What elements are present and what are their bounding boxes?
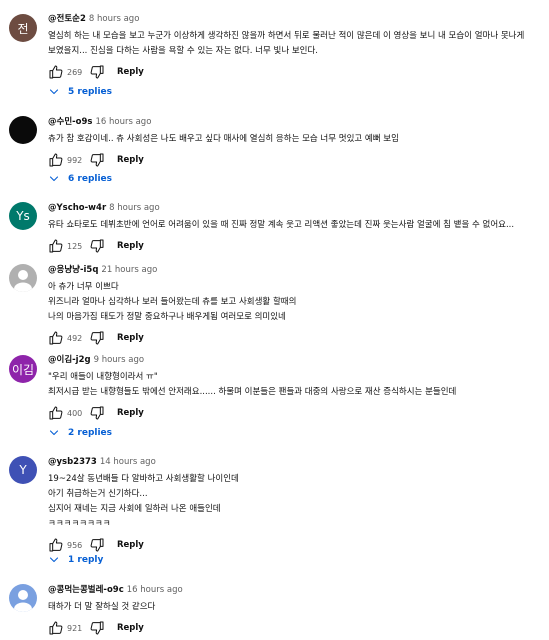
comment-line: 아기 취급하는거 신기하다... xyxy=(48,489,148,499)
comment-line: 위즈니라 얼마나 심각하나 보러 들어왔는데 츄를 보고 사회생활 할때의 xyxy=(48,297,297,307)
comment-author[interactable]: @수민-o9s xyxy=(48,117,92,127)
avatar-initial: Y xyxy=(19,463,27,477)
comment-author[interactable]: @이김-j2g xyxy=(48,355,91,365)
comment-line: 츄가 참 호감이네.. 츄 사회성은 나도 배우고 싶다 매사에 열심히 응하는… xyxy=(48,134,399,144)
thumbs-down-icon[interactable] xyxy=(89,152,105,168)
comment-line: 유타 쇼타로도 데뷔초반에 언어로 어려움이 있을 때 진짜 정말 계속 웃고 … xyxy=(48,220,515,230)
reply-button[interactable]: Reply xyxy=(117,155,144,165)
reply-button[interactable]: Reply xyxy=(117,408,144,418)
reply-button[interactable]: Reply xyxy=(117,67,144,77)
avatar[interactable] xyxy=(9,116,37,144)
comment-line: 심지어 재네는 지금 사회에 일하러 나온 애들인데 xyxy=(48,504,221,514)
comment-author[interactable]: @Yscho-w4r xyxy=(48,203,106,213)
comment-line: 나의 마음가짐 태도가 정말 중요하구나 배우게됨 여러모로 의미있네 xyxy=(48,312,286,322)
thumbs-up-icon[interactable] xyxy=(48,64,64,80)
like-count: 992 xyxy=(67,155,83,165)
comment-text: 유타 쇼타로도 데뷔초반에 언어로 어려움이 있을 때 진짜 정말 계속 웃고 … xyxy=(48,218,535,233)
thumbs-up-icon[interactable] xyxy=(48,330,64,346)
thumbs-up-icon[interactable] xyxy=(48,152,64,168)
comment-line: 태하가 더 말 잘하실 것 같으다 xyxy=(48,602,156,612)
thumbs-down-icon[interactable] xyxy=(89,405,105,421)
view-replies-button[interactable]: 2 replies xyxy=(48,427,112,439)
replies-label: 2 replies xyxy=(68,428,113,438)
like-count: 400 xyxy=(67,408,83,418)
comment-text: 열심히 하는 내 모습을 보고 누군가 이상하게 생각하진 않을까 하면서 뒤로… xyxy=(48,29,535,59)
like-count: 125 xyxy=(67,241,83,251)
comment-author[interactable]: @전토순2 xyxy=(48,14,86,24)
reply-button[interactable]: Reply xyxy=(117,241,144,251)
thumbs-down-icon[interactable] xyxy=(89,238,105,254)
avatar[interactable]: 전 xyxy=(9,14,37,42)
thumbs-up-icon[interactable] xyxy=(48,537,64,553)
comment-text: 19~24살 동년배들 다 알바하고 사회생활할 나이인데 아기 취급하는거 신… xyxy=(48,472,535,532)
comment-text: 태하가 더 말 잘하실 것 같으다 xyxy=(48,600,535,615)
comment-line: ㅋㅋㅋㅋㅋㅋㅋㅋ xyxy=(48,519,111,529)
view-replies-button[interactable]: 1 reply xyxy=(48,554,103,566)
comment-time[interactable]: 9 hours ago xyxy=(94,355,145,365)
thumbs-down-icon[interactable] xyxy=(89,537,105,553)
comment-time[interactable]: 14 hours ago xyxy=(100,457,156,467)
avatar-initial: 전 xyxy=(17,21,29,36)
avatar[interactable] xyxy=(9,584,37,612)
thumbs-up-icon[interactable] xyxy=(48,405,64,421)
avatar[interactable]: 이김 xyxy=(9,355,37,383)
chevron-down-icon xyxy=(48,86,60,98)
default-avatar-icon xyxy=(14,270,32,292)
comment-text: "우리 애들이 내향형이라서 ㅠ" 최저시급 받는 내향형들도 밖에선 안저래요… xyxy=(48,370,535,400)
like-count: 492 xyxy=(67,333,83,343)
thumbs-down-icon[interactable] xyxy=(89,330,105,346)
replies-label: 6 replies xyxy=(68,174,113,184)
thumbs-up-icon[interactable] xyxy=(48,238,64,254)
comment-time[interactable]: 16 hours ago xyxy=(127,585,183,595)
thumbs-up-icon[interactable] xyxy=(48,620,64,636)
comment-author[interactable]: @콩먹는콩벌레-o9c xyxy=(48,585,124,595)
reply-button[interactable]: Reply xyxy=(117,623,144,633)
view-replies-button[interactable]: 6 replies xyxy=(48,173,112,185)
comment-time[interactable]: 8 hours ago xyxy=(109,203,160,213)
avatar[interactable]: Ys xyxy=(9,202,37,230)
avatar-initial: 이김 xyxy=(11,362,35,377)
avatar[interactable]: Y xyxy=(9,456,37,484)
like-count: 956 xyxy=(67,540,83,550)
thumbs-down-icon[interactable] xyxy=(89,620,105,636)
comment-text: 츄가 참 호감이네.. 츄 사회성은 나도 배우고 싶다 매사에 열심히 응하는… xyxy=(48,132,535,147)
comment-author[interactable]: @ysb2373 xyxy=(48,457,97,467)
comment-line: 19~24살 동년배들 다 알바하고 사회생활할 나이인데 xyxy=(48,474,239,484)
thumbs-down-icon[interactable] xyxy=(89,64,105,80)
like-count: 269 xyxy=(67,67,83,77)
comment-line: 아 츄가 너무 이쁘다 xyxy=(48,282,119,292)
view-replies-button[interactable]: 5 replies xyxy=(48,86,112,98)
chevron-down-icon xyxy=(48,173,60,185)
chevron-down-icon xyxy=(48,427,60,439)
comment-time[interactable]: 8 hours ago xyxy=(89,14,140,24)
avatar[interactable] xyxy=(9,264,37,292)
comment-time[interactable]: 16 hours ago xyxy=(95,117,151,127)
default-avatar-icon xyxy=(14,590,32,612)
comment-time[interactable]: 21 hours ago xyxy=(101,265,157,275)
comment-line: 열심히 하는 내 모습을 보고 누군가 이상하게 생각하진 않을까 하면서 뒤로… xyxy=(48,31,525,41)
chevron-down-icon xyxy=(48,554,60,566)
comment-line: 보였을지... 진심을 다하는 사람을 욕할 수 있는 자는 없다. 너무 빛나… xyxy=(48,46,319,56)
comment-text: 아 츄가 너무 이쁘다 위즈니라 얼마나 심각하나 보러 들어왔는데 츄를 보고… xyxy=(48,280,535,325)
avatar-initial: Ys xyxy=(16,209,30,223)
reply-button[interactable]: Reply xyxy=(117,333,144,343)
comment-line: "우리 애들이 내향형이라서 ㅠ" xyxy=(48,372,158,382)
reply-button[interactable]: Reply xyxy=(117,540,144,550)
replies-label: 1 reply xyxy=(68,555,104,565)
like-count: 921 xyxy=(67,623,83,633)
replies-label: 5 replies xyxy=(68,87,113,97)
comment-author[interactable]: @응냥냥-i5q xyxy=(48,265,98,275)
comment-line: 최저시급 받는 내향형들도 밖에선 안저래요...... 하물며 이분들은 팬들… xyxy=(48,387,457,397)
